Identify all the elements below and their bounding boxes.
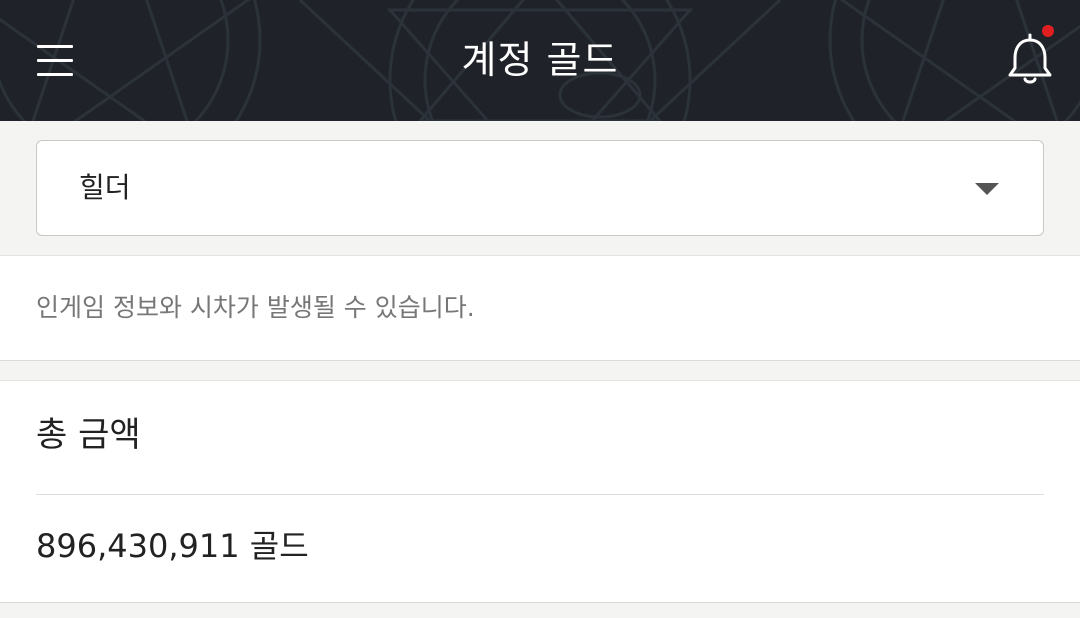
hamburger-menu-icon-line — [37, 59, 73, 62]
notice-text: 인게임 정보와 시차가 발생될 수 있습니다. — [36, 293, 475, 322]
bell-icon — [1008, 33, 1052, 84]
notification-badge-dot — [1042, 25, 1054, 37]
menu-button[interactable] — [28, 34, 82, 86]
caret-down-icon — [975, 183, 999, 195]
hamburger-menu-icon — [37, 45, 73, 48]
hamburger-menu-icon-line — [37, 73, 73, 76]
selected-character: 힐더 — [79, 171, 131, 204]
notice-banner: 인게임 정보와 시차가 발생될 수 있습니다. — [0, 255, 1080, 361]
app-header: 계정 골드 — [0, 0, 1080, 121]
notification-button[interactable] — [1000, 30, 1060, 90]
total-title: 총 금액 — [36, 415, 141, 455]
total-amount-card: 총 금액 896,430,911 골드 — [0, 380, 1080, 603]
total-gold-amount: 896,430,911 골드 — [36, 527, 309, 565]
character-select-dropdown[interactable]: 힐더 — [36, 140, 1044, 236]
page-title: 계정 골드 — [461, 38, 619, 82]
divider — [36, 494, 1044, 495]
